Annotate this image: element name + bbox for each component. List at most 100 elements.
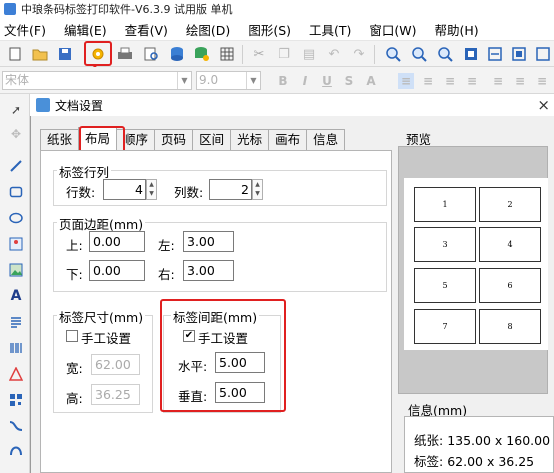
paste-icon[interactable]: ▤	[300, 45, 318, 63]
menu-view[interactable]: 查看(V)	[125, 20, 168, 39]
actual-size-icon[interactable]	[510, 45, 528, 63]
grid-icon[interactable]	[218, 45, 236, 63]
valign-top-icon[interactable]: ≡	[490, 73, 506, 89]
window-title: 中琅条码标签打印软件-V6.3.9 试用版 单机	[21, 3, 233, 16]
cut-icon[interactable]: ✂	[250, 45, 268, 63]
align-justify-icon[interactable]: ≡	[464, 73, 480, 89]
redo-icon[interactable]: ↷	[350, 45, 368, 63]
tab-info[interactable]: 信息	[306, 129, 346, 151]
underline-icon[interactable]: U	[319, 73, 335, 89]
menu-bar: 文件(F) 编辑(E) 查看(V) 绘图(D) 图形(S) 工具(T) 窗口(W…	[0, 18, 554, 40]
tab-paper[interactable]: 纸张	[40, 129, 80, 151]
margin-right-input[interactable]: 3.00	[183, 260, 234, 281]
tab-page-number[interactable]: 页码	[154, 129, 194, 151]
drawing-toolbar: ➚ ✥ A	[0, 94, 30, 473]
cols-stepper[interactable]: ▲ ▼	[252, 179, 263, 200]
tab-canvas[interactable]: 画布	[268, 129, 308, 151]
preview-label-cell: 6	[479, 268, 541, 303]
menu-file[interactable]: 文件(F)	[4, 20, 46, 39]
new-document-icon[interactable]	[6, 45, 24, 63]
superscript-icon[interactable]: A	[363, 73, 379, 89]
database-icon[interactable]	[168, 45, 186, 63]
font-name-select[interactable]: 宋体 ▼	[2, 71, 192, 90]
triangle-icon[interactable]	[8, 366, 24, 382]
database-settings-icon[interactable]	[193, 45, 211, 63]
close-icon[interactable]: ×	[537, 96, 550, 114]
rows-label: 行数:	[66, 185, 96, 200]
zoom-out-icon[interactable]	[410, 45, 428, 63]
paper-size-info: 纸张: 135.00 x 160.00	[414, 430, 550, 449]
preview-label-cell: 1	[414, 187, 476, 222]
toolbar-separator	[242, 45, 243, 64]
margin-top-input[interactable]: 0.00	[89, 231, 145, 252]
undo-icon[interactable]: ↶	[325, 45, 343, 63]
rectangle-icon[interactable]	[8, 184, 24, 200]
margin-bottom-input[interactable]: 0.00	[89, 260, 145, 281]
rotate-icon[interactable]: ✥	[8, 126, 24, 142]
align-left-icon[interactable]: ≡	[398, 73, 414, 89]
tab-layout-highlight	[79, 126, 125, 153]
italic-icon[interactable]: I	[297, 73, 313, 89]
rows-stepper[interactable]: ▲ ▼	[146, 179, 157, 200]
menu-draw[interactable]: 绘图(D)	[186, 20, 230, 39]
chevron-down-icon: ▼	[177, 72, 191, 89]
select-arrow-icon[interactable]: ➚	[8, 102, 24, 118]
save-icon[interactable]	[56, 45, 74, 63]
format-toolbar: 宋体 ▼ 9.0 ▼ B I U S A ≡ ≡ ≡ ≡ ≡ ≡ ≡	[0, 67, 554, 94]
print-icon[interactable]	[116, 45, 134, 63]
text-icon[interactable]: A	[8, 288, 24, 304]
valign-middle-icon[interactable]: ≡	[512, 73, 528, 89]
paragraph-text-icon[interactable]	[8, 314, 24, 330]
align-right-icon[interactable]: ≡	[442, 73, 458, 89]
open-folder-icon[interactable]	[31, 45, 49, 63]
chevron-down-icon: ▼	[255, 190, 260, 197]
toolbar-separator	[374, 45, 375, 64]
user-card-icon[interactable]	[8, 236, 24, 252]
cols-label: 列数:	[174, 185, 204, 200]
copy-icon[interactable]: ❐	[275, 45, 293, 63]
tab-cursor[interactable]: 光标	[230, 129, 270, 151]
preview-label-cell: 8	[479, 309, 541, 344]
image-icon[interactable]	[8, 262, 24, 278]
height-input[interactable]: 36.25	[91, 384, 140, 405]
barcode-icon[interactable]	[8, 340, 24, 356]
qrcode-icon[interactable]	[8, 392, 24, 408]
valign-bottom-icon[interactable]: ≡	[534, 73, 550, 89]
fit-width-icon[interactable]	[486, 45, 504, 63]
preview-label-cell: 3	[414, 227, 476, 262]
menu-window[interactable]: 窗口(W)	[369, 20, 416, 39]
paper-value: 135.00 x 160.00	[447, 433, 551, 448]
width-input[interactable]: 62.00	[91, 354, 140, 375]
arc-icon[interactable]	[8, 442, 24, 458]
font-size-select[interactable]: 9.0 ▼	[196, 71, 261, 90]
align-center-icon[interactable]: ≡	[420, 73, 436, 89]
print-preview-icon[interactable]	[142, 45, 160, 63]
menu-tools[interactable]: 工具(T)	[309, 20, 351, 39]
tab-range[interactable]: 区间	[192, 129, 232, 151]
full-screen-icon[interactable]	[534, 45, 552, 63]
menu-help[interactable]: 帮助(H)	[435, 20, 479, 39]
fit-page-icon[interactable]	[462, 45, 480, 63]
rows-input[interactable]: 4	[103, 179, 146, 200]
menu-shape[interactable]: 图形(S)	[248, 20, 291, 39]
margin-left-label: 左:	[158, 238, 175, 253]
label-size-title: 标签尺寸(mm)	[57, 307, 146, 326]
menu-edit[interactable]: 编辑(E)	[64, 20, 107, 39]
ellipse-icon[interactable]	[8, 210, 24, 226]
width-label: 宽:	[66, 361, 83, 376]
size-manual-checkbox[interactable]	[66, 330, 78, 342]
height-label: 高:	[66, 391, 83, 406]
margin-left-input[interactable]: 3.00	[183, 231, 234, 252]
zoom-in-icon[interactable]	[384, 45, 402, 63]
cols-input[interactable]: 2	[209, 179, 252, 200]
curve-icon[interactable]	[8, 418, 24, 434]
chevron-up-icon: ▲	[149, 181, 154, 188]
margin-bottom-label: 下:	[66, 267, 83, 282]
paper-label: 纸张:	[414, 433, 444, 448]
zoom-fit-icon[interactable]	[436, 45, 454, 63]
line-icon[interactable]	[8, 158, 24, 174]
bold-icon[interactable]: B	[275, 73, 291, 89]
preview-label-cell: 2	[479, 187, 541, 222]
strikethrough-icon[interactable]: S	[341, 73, 357, 89]
chevron-down-icon: ▼	[246, 72, 260, 89]
